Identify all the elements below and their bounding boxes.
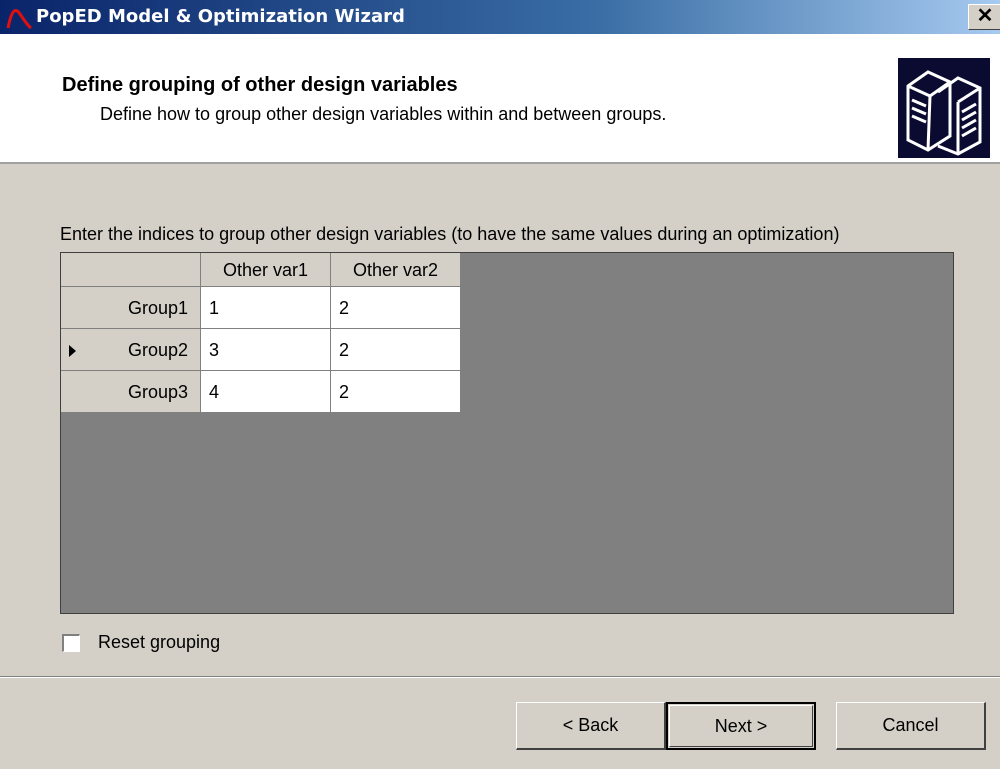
window-title: PopED Model & Optimization Wizard: [36, 6, 405, 27]
row-header-group2[interactable]: Group2: [61, 329, 201, 371]
reset-grouping-checkbox[interactable]: [62, 634, 80, 652]
grid-cell[interactable]: 4: [201, 371, 331, 413]
cancel-button-label: Cancel: [882, 715, 939, 735]
row-label: Group1: [127, 298, 188, 318]
grid-cell[interactable]: 2: [331, 371, 461, 413]
row-header-group1[interactable]: Group1: [61, 287, 201, 329]
grouping-grid[interactable]: Other var1 Other var2 Group1 1 2 Group2 …: [60, 252, 954, 614]
grid-cell[interactable]: 2: [331, 329, 461, 371]
back-button-label: < Back: [562, 715, 619, 735]
wizard-graphic-icon: [898, 58, 990, 158]
app-curve-icon: [6, 9, 32, 30]
row-header-group3[interactable]: Group3: [61, 371, 201, 413]
page-title: Define grouping of other design variable…: [62, 74, 458, 96]
next-button[interactable]: Next >: [666, 702, 816, 750]
wizard-header: Define grouping of other design variable…: [0, 34, 1000, 164]
row-label: Group3: [127, 382, 188, 402]
grid-instructions: Enter the indices to group other design …: [60, 224, 840, 244]
close-icon: ✕: [976, 5, 994, 27]
current-row-indicator-icon: [69, 345, 76, 357]
next-button-label: Next >: [714, 716, 768, 736]
grid-corner: [61, 253, 201, 287]
close-button[interactable]: ✕: [968, 4, 1000, 30]
back-button[interactable]: < Back: [516, 702, 666, 750]
grid-cell[interactable]: 3: [201, 329, 331, 371]
column-header-other-var1[interactable]: Other var1: [201, 253, 331, 287]
row-label: Group2: [127, 340, 188, 360]
reset-grouping-label[interactable]: Reset grouping: [98, 632, 220, 653]
cancel-button[interactable]: Cancel: [836, 702, 986, 750]
page-subtitle: Define how to group other design variabl…: [100, 104, 667, 124]
footer-divider: [0, 676, 1000, 678]
column-header-other-var2[interactable]: Other var2: [331, 253, 461, 287]
grid-cell[interactable]: 2: [331, 287, 461, 329]
grid-cell[interactable]: 1: [201, 287, 331, 329]
title-bar: PopED Model & Optimization Wizard ✕: [0, 0, 1000, 34]
